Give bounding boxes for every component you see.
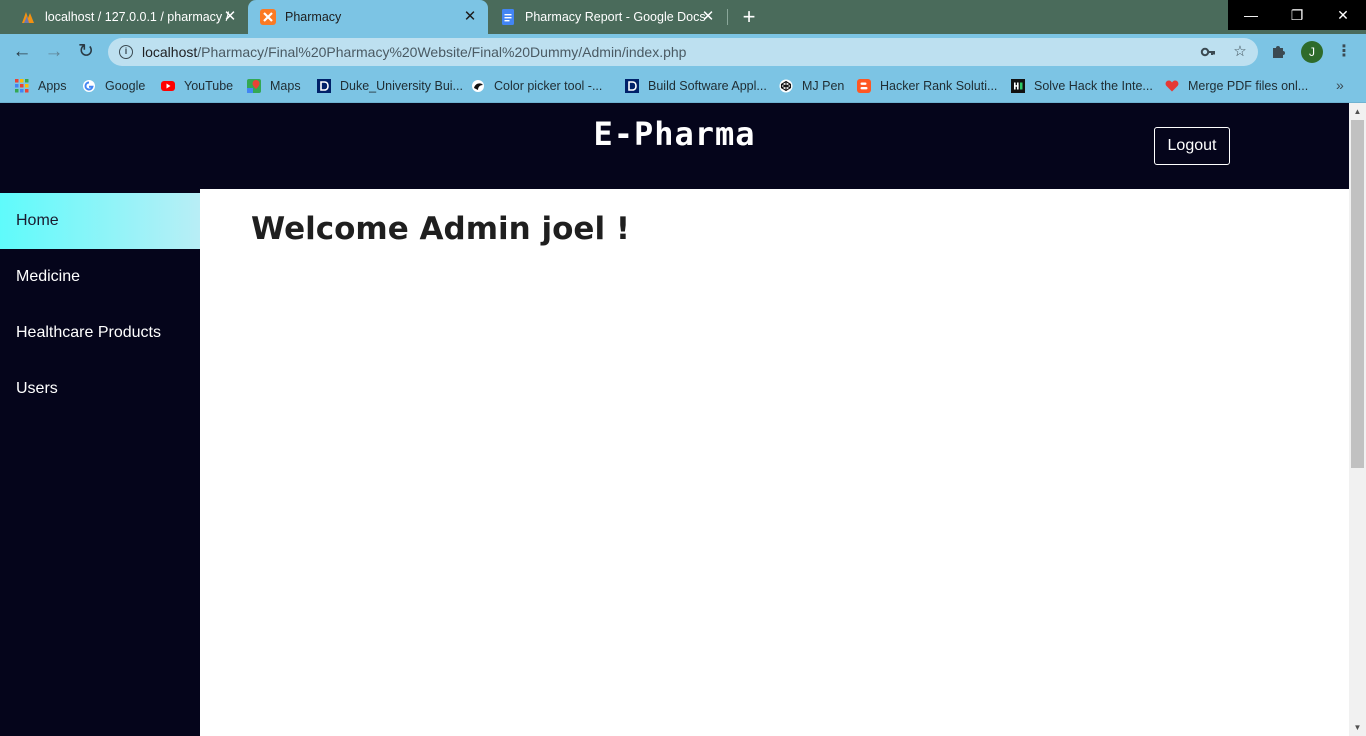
codepen-icon [779, 79, 793, 93]
bookmark-hacker-rank[interactable]: Hacker Rank Soluti... [857, 77, 997, 95]
bookmark-label: Apps [38, 79, 67, 93]
color-picker-icon [471, 79, 485, 93]
bookmark-label: Google [105, 79, 146, 93]
forward-arrow-icon[interactable]: → [41, 39, 67, 65]
url-path: /Pharmacy/Final%20Pharmacy%20Website/Fin… [197, 44, 687, 60]
bookmark-label: Color picker tool -... [494, 79, 603, 93]
chrome-menu-icon[interactable]: ⋮ [1336, 42, 1352, 62]
page-scrollbar[interactable]: ▲ ▼ [1349, 103, 1366, 736]
extensions-puzzle-icon[interactable] [1269, 42, 1289, 62]
profile-avatar[interactable]: J [1301, 41, 1323, 63]
main-content: Welcome Admin joel ! [200, 189, 1349, 736]
close-tab-icon[interactable]: ✕ [222, 9, 238, 25]
tab-separator [727, 9, 728, 25]
bookmark-label: Hacker Rank Soluti... [880, 79, 998, 93]
tab-strip: localhost / 127.0.0.1 / pharmacy / ✕ Pha… [0, 0, 1366, 34]
bookmark-label: Maps [270, 79, 301, 93]
tab-google-docs[interactable]: Pharmacy Report - Google Docs ✕ [488, 0, 726, 34]
bookmark-label: Build Software Appl... [648, 79, 767, 93]
scroll-down-arrow-icon[interactable]: ▼ [1349, 719, 1366, 736]
bookmark-label: MJ Pen [802, 79, 845, 93]
admin-sidebar: Home Medicine Healthcare Products Users [0, 189, 200, 736]
maps-icon [247, 79, 261, 93]
bookmarks-bar: Apps Google YouTube Maps Duke_University… [0, 70, 1366, 103]
browser-toolbar: ← → ↻ i localhost/Pharmacy/Final%20Pharm… [0, 34, 1366, 70]
bookmark-star-icon[interactable]: ☆ [1232, 44, 1248, 60]
site-header: E-Pharma Logout [0, 103, 1349, 189]
bookmark-color-picker[interactable]: Color picker tool -... [471, 77, 602, 95]
scrollbar-thumb[interactable] [1351, 120, 1364, 468]
logout-button[interactable]: Logout [1154, 127, 1230, 165]
new-tab-button[interactable]: + [737, 4, 761, 30]
tab-title: localhost / 127.0.0.1 / pharmacy / [45, 10, 230, 24]
bookmark-apps[interactable]: Apps [15, 77, 67, 95]
xampp-icon [260, 9, 276, 25]
bookmark-mj-pen[interactable]: MJ Pen [779, 77, 844, 95]
tab-pharmacy[interactable]: Pharmacy ✕ [248, 0, 488, 34]
duke-icon [625, 79, 639, 93]
key-icon[interactable] [1200, 44, 1216, 60]
duke-icon [317, 79, 331, 93]
site-info-icon[interactable]: i [119, 45, 133, 59]
welcome-heading: Welcome Admin joel ! [251, 211, 631, 247]
bookmark-label: Merge PDF files onl... [1188, 79, 1309, 93]
bookmark-merge-pdf[interactable]: Merge PDF files onl... [1165, 77, 1308, 95]
bookmark-duke[interactable]: Duke_University Bui... [317, 77, 463, 95]
bookmark-maps[interactable]: Maps [247, 77, 301, 95]
bookmark-solve-hack[interactable]: Solve Hack the Inte... [1011, 77, 1153, 95]
reload-icon[interactable]: ↻ [73, 39, 99, 65]
google-icon [82, 79, 96, 93]
restore-button[interactable]: ❐ [1274, 0, 1320, 30]
site-logo: E-Pharma [593, 115, 756, 153]
minimize-button[interactable]: — [1228, 0, 1274, 30]
bookmark-label: Duke_University Bui... [340, 79, 463, 93]
google-docs-icon [500, 9, 516, 25]
sidebar-item-home[interactable]: Home [0, 193, 200, 249]
youtube-icon [161, 79, 175, 93]
page-viewport: E-Pharma Logout Home Medicine Healthcare… [0, 103, 1349, 736]
hackerrank-icon [1011, 79, 1025, 93]
close-window-button[interactable]: ✕ [1320, 0, 1366, 30]
close-tab-icon[interactable]: ✕ [700, 9, 716, 25]
close-tab-icon[interactable]: ✕ [462, 9, 478, 25]
bookmark-google[interactable]: Google [82, 77, 145, 95]
bookmark-label: Solve Hack the Inte... [1034, 79, 1153, 93]
tab-title: Pharmacy [285, 10, 342, 24]
address-bar[interactable]: i localhost/Pharmacy/Final%20Pharmacy%20… [108, 38, 1258, 66]
url-host: localhost [142, 44, 198, 60]
sidebar-item-healthcare-products[interactable]: Healthcare Products [0, 305, 200, 361]
scroll-up-arrow-icon[interactable]: ▲ [1349, 103, 1366, 120]
heart-icon [1165, 79, 1179, 93]
blogger-icon [857, 79, 871, 93]
tab-phpmyadmin[interactable]: localhost / 127.0.0.1 / pharmacy / ✕ [8, 0, 248, 34]
bookmarks-overflow-icon[interactable]: » [1336, 77, 1344, 93]
sidebar-item-users[interactable]: Users [0, 361, 200, 417]
phpmyadmin-icon [20, 9, 36, 25]
apps-grid-icon [15, 79, 29, 93]
tab-title: Pharmacy Report - Google Docs [525, 10, 706, 24]
bookmark-label: YouTube [184, 79, 234, 93]
sidebar-item-medicine[interactable]: Medicine [0, 249, 200, 305]
bookmark-build-software[interactable]: Build Software Appl... [625, 77, 767, 95]
back-arrow-icon[interactable]: ← [9, 39, 35, 65]
bookmark-youtube[interactable]: YouTube [161, 77, 233, 95]
